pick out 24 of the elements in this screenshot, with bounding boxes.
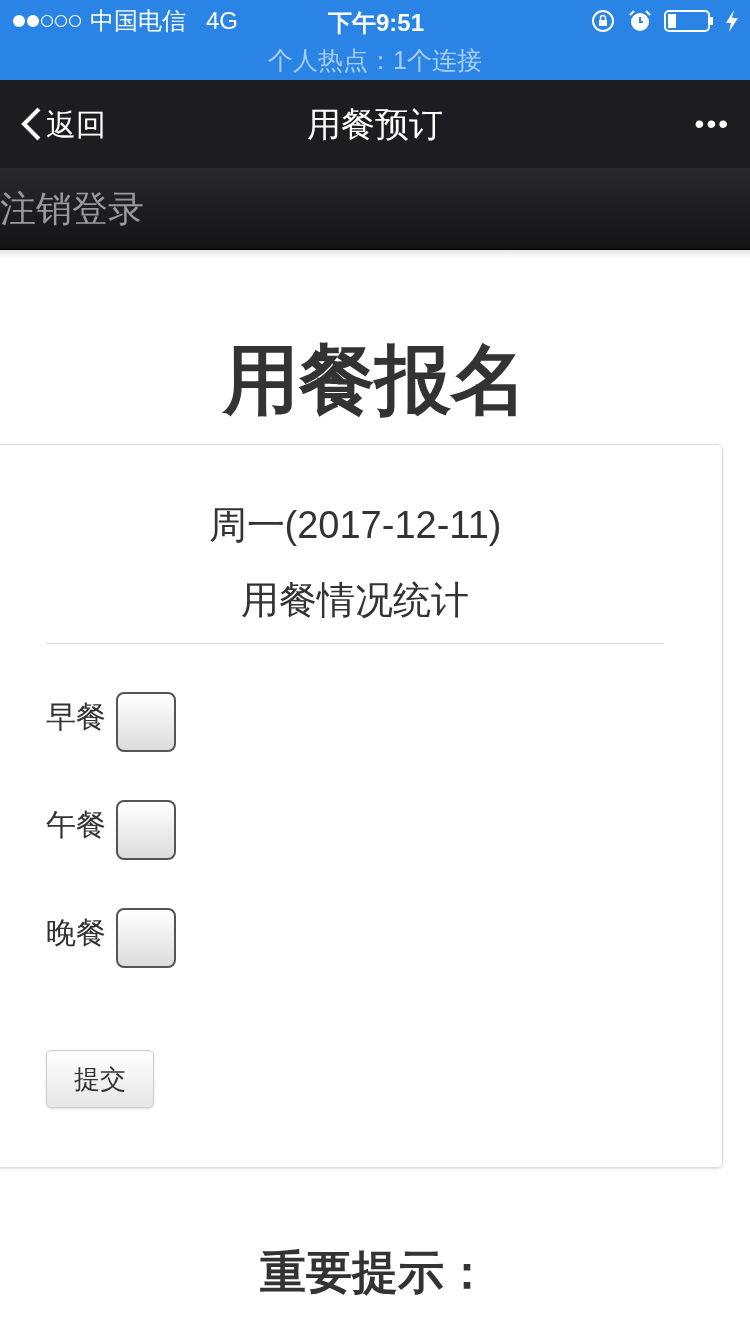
network-type: 4G: [206, 6, 238, 36]
submit-button[interactable]: 提交: [46, 1050, 154, 1108]
alarm-icon: [628, 9, 652, 33]
meal-label: 晚餐: [46, 915, 106, 951]
date-heading: 周一(2017-12-11): [208, 503, 502, 548]
meal-label: 午餐: [46, 807, 106, 843]
page-title: 用餐报名: [223, 342, 527, 418]
meal-checkbox[interactable]: [116, 800, 176, 860]
page-header-title: 用餐预订: [307, 103, 443, 145]
back-chevron-icon: [20, 106, 42, 142]
section-heading: 用餐情况统计: [241, 578, 469, 623]
rotation-lock-icon: [590, 8, 616, 34]
charging-icon: [726, 10, 738, 32]
more-button[interactable]: •••: [694, 103, 730, 145]
back-button[interactable]: 返回: [20, 101, 106, 147]
signal-icon: [12, 14, 82, 28]
meal-checkbox[interactable]: [116, 908, 176, 968]
battery-icon: [664, 10, 714, 32]
meal-label: 早餐: [46, 699, 106, 735]
carrier-name: 中国电信: [90, 6, 186, 36]
status-time: 下午9:51: [328, 8, 425, 38]
logout-link[interactable]: 注销登录: [0, 181, 144, 236]
notice-heading: 重要提示：: [260, 1245, 490, 1300]
meal-checkbox[interactable]: [116, 692, 176, 752]
